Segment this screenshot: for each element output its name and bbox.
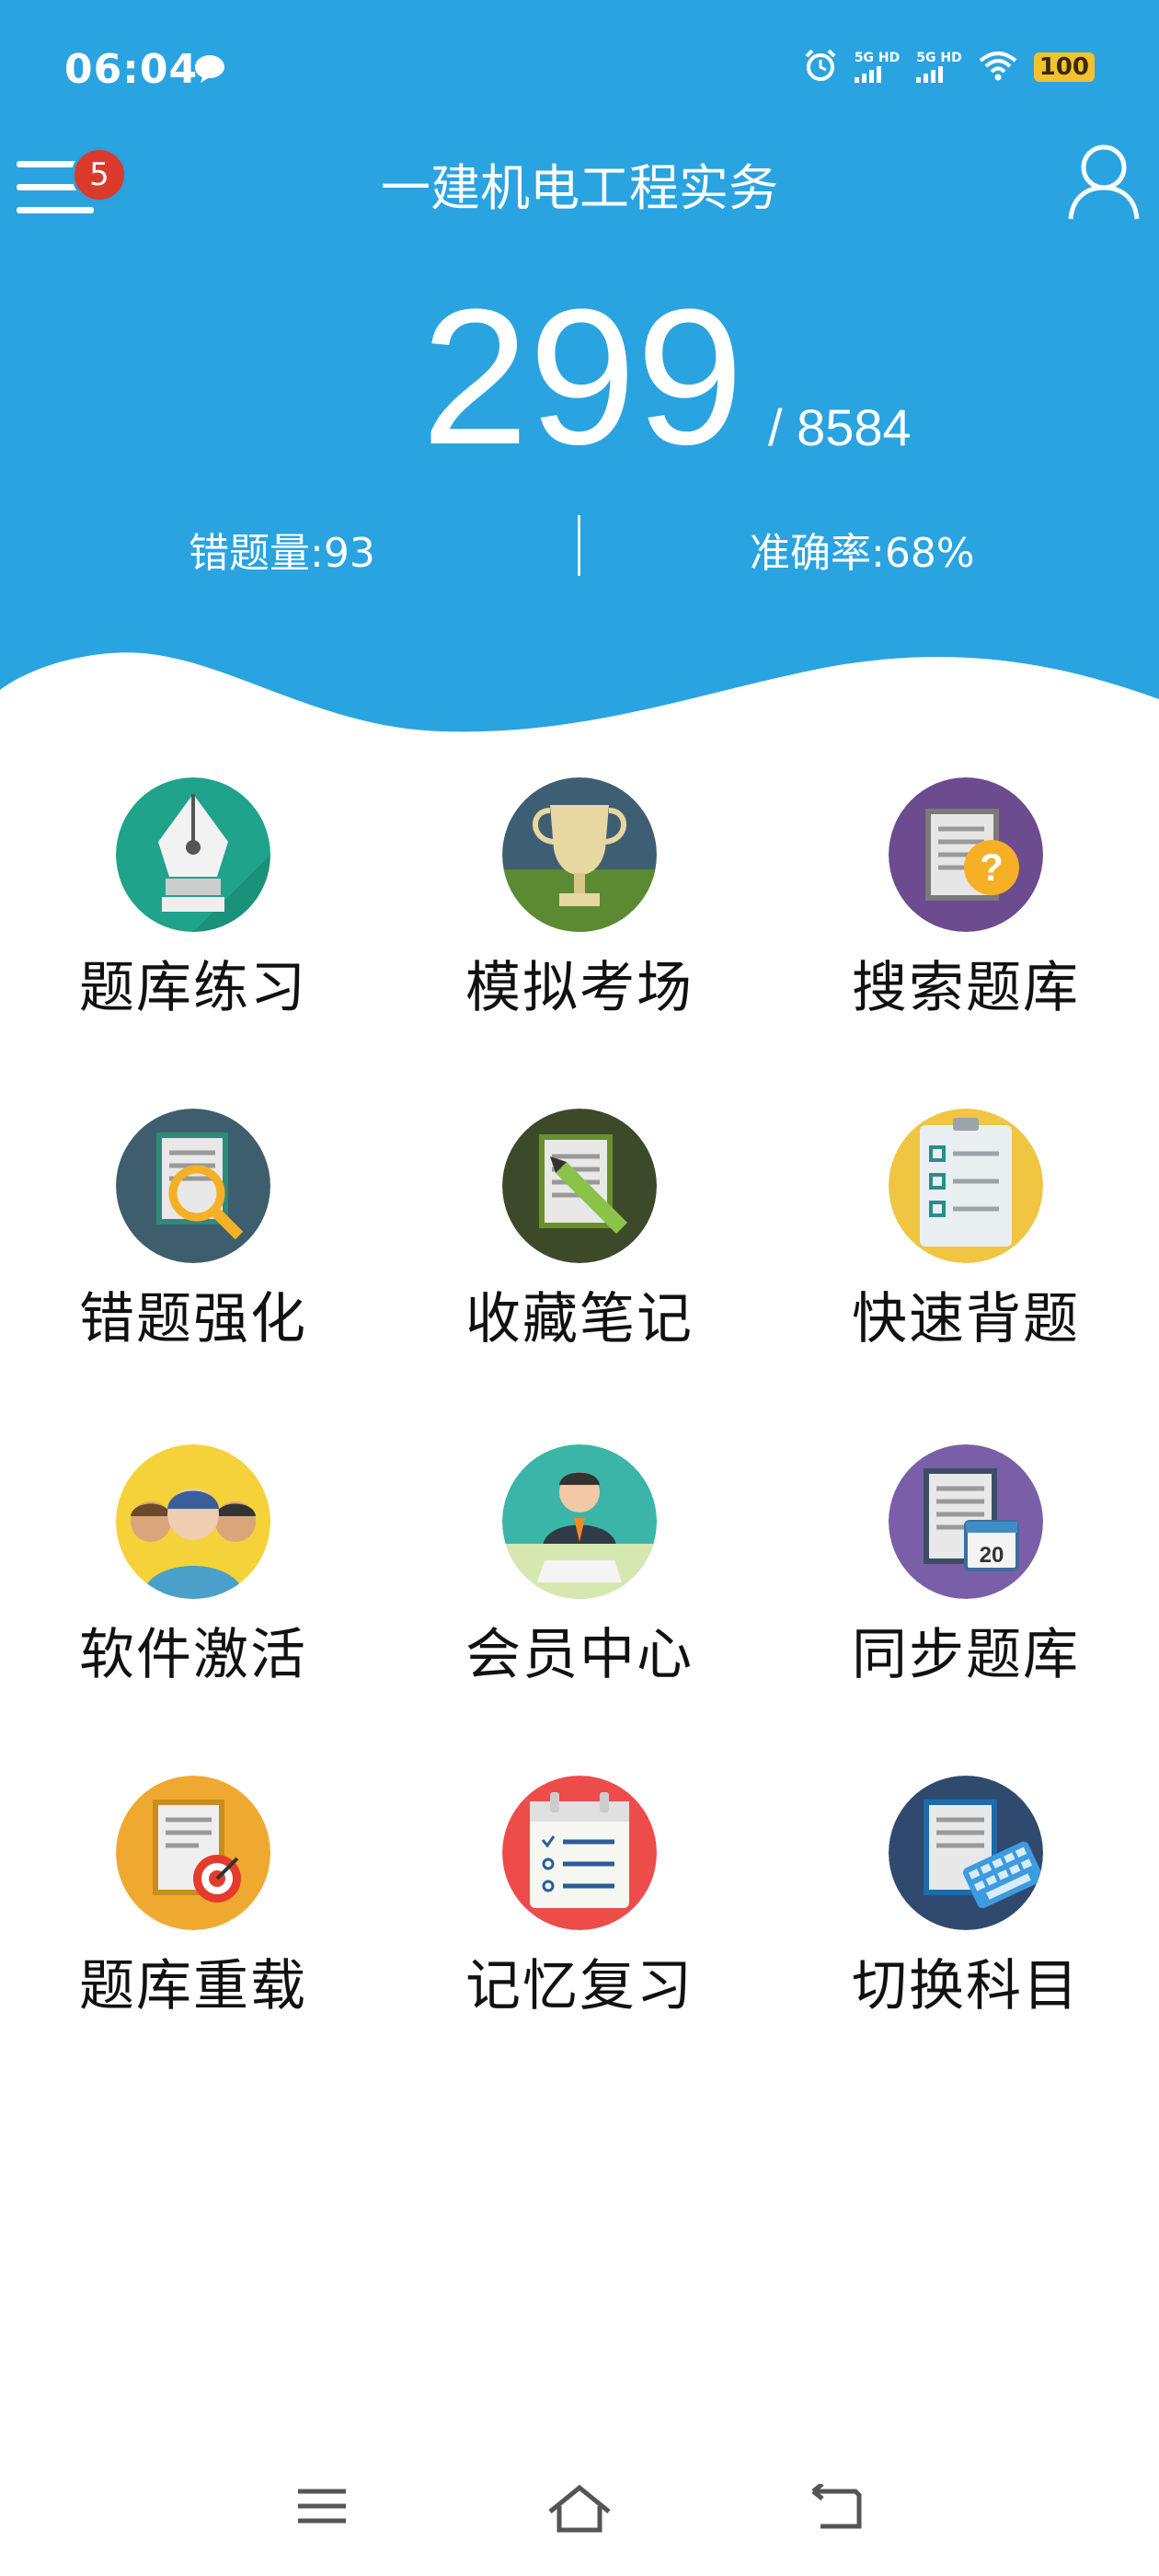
calendar-checklist-icon <box>502 1776 657 1930</box>
grid-item-label: 错题强化 <box>79 1287 307 1351</box>
user-icon <box>1068 144 1140 220</box>
grid-item-label: 模拟考场 <box>465 956 694 1020</box>
system-navigation-bar <box>0 2438 1159 2576</box>
total-count: / 8584 <box>768 398 912 456</box>
grid-item-favorites-notes[interactable]: 收藏笔记 <box>386 1109 773 1385</box>
grid-item-label: 同步题库 <box>852 1623 1080 1687</box>
grid-item-quick-memorize[interactable]: 快速背题 <box>773 1109 1159 1385</box>
grid-item-label: 记忆复习 <box>465 1954 694 2018</box>
target-document-icon <box>116 1776 270 1930</box>
accuracy-stat: 准确率:68% <box>750 530 975 577</box>
checklist-clipboard-icon <box>889 1109 1043 1263</box>
battery-indicator: 100 <box>1033 52 1095 82</box>
alarm-icon <box>803 48 838 86</box>
grid-item-label: 软件激活 <box>79 1623 307 1687</box>
status-bar: 06:04 5G HD 5G HD 100 <box>0 0 1159 138</box>
grid-item-label: 会员中心 <box>465 1623 694 1687</box>
grid-item-sync-questions[interactable]: 20 同步题库 <box>773 1444 1159 1720</box>
grid-item-switch-subject[interactable]: 切换科目 <box>773 1776 1159 2052</box>
wrong-count-stat[interactable]: 错题量:93 <box>189 520 375 579</box>
fountain-pen-icon <box>116 777 270 932</box>
svg-text:?: ? <box>980 845 1004 889</box>
grid-item-search-questions[interactable]: ? 搜索题库 <box>773 777 1159 1053</box>
grid-item-member-center[interactable]: 会员中心 <box>386 1444 773 1720</box>
grid-item-label: 题库练习 <box>79 956 307 1020</box>
grid-item-memory-review[interactable]: 记忆复习 <box>386 1776 773 2052</box>
trophy-icon <box>502 777 657 932</box>
signal-strength-2: 5G HD <box>916 51 962 83</box>
calendar-document-icon: 20 <box>889 1444 1043 1599</box>
home-icon <box>548 2484 611 2533</box>
pencil-document-icon <box>502 1109 657 1263</box>
page-title: 一建机电工程实务 <box>381 159 778 217</box>
recent-apps-icon <box>298 2489 346 2524</box>
magnifier-document-icon <box>116 1109 270 1263</box>
back-button[interactable] <box>809 2482 865 2539</box>
back-icon <box>811 2482 862 2529</box>
message-icon <box>193 53 226 88</box>
question-document-icon: ? <box>889 777 1043 932</box>
grid-item-label: 搜索题库 <box>852 956 1080 1020</box>
status-time: 06:04 <box>64 46 199 93</box>
wifi-icon <box>979 50 1017 85</box>
signal-1-label: 5G HD <box>854 51 901 65</box>
grid-item-label: 切换科目 <box>852 1954 1080 2018</box>
grid-item-label: 题库重载 <box>79 1954 307 2018</box>
completed-count: 299 <box>421 269 744 485</box>
grid-item-label: 快速背题 <box>852 1287 1080 1351</box>
home-button[interactable] <box>546 2484 613 2539</box>
grid-item-label: 收藏笔记 <box>465 1287 694 1351</box>
grid-item-question-practice[interactable]: 题库练习 <box>0 777 386 1053</box>
signal-2-label: 5G HD <box>916 51 962 65</box>
grid-item-wrong-questions[interactable]: 错题强化 <box>0 1109 386 1385</box>
people-group-icon <box>116 1444 270 1599</box>
grid-item-mock-exam[interactable]: 模拟考场 <box>386 777 773 1053</box>
header: 06:04 5G HD 5G HD 100 5 一建机电工程实务 299 / 8… <box>0 0 1159 754</box>
svg-text:20: 20 <box>980 1543 1004 1568</box>
user-profile-button[interactable] <box>1065 140 1142 226</box>
signal-strength-1: 5G HD <box>854 51 901 83</box>
keyboard-document-icon <box>889 1776 1043 1930</box>
business-person-icon <box>502 1444 657 1599</box>
grid-item-reload-questions[interactable]: 题库重载 <box>0 1776 386 2052</box>
grid-item-software-activation[interactable]: 软件激活 <box>0 1444 386 1720</box>
recent-apps-button[interactable] <box>296 2484 348 2534</box>
stat-divider <box>578 515 580 576</box>
